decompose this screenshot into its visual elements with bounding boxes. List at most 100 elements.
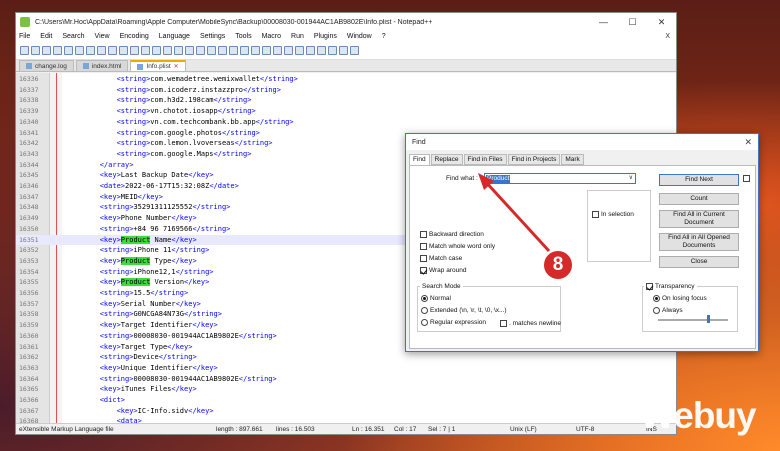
paste-icon[interactable] bbox=[119, 46, 128, 55]
menu-macro[interactable]: Macro bbox=[262, 33, 281, 40]
print-icon[interactable] bbox=[86, 46, 95, 55]
code-line[interactable]: 16336 <string>com.wemadetree.wemixwallet… bbox=[16, 74, 676, 85]
backward-direction-checkbox[interactable]: Backward direction bbox=[420, 231, 484, 238]
menu-encoding[interactable]: Encoding bbox=[120, 33, 149, 40]
transparency-checkbox[interactable]: Transparency bbox=[644, 283, 697, 291]
code-line[interactable]: 16367 <key>IC-Info.sidv</key> bbox=[16, 406, 676, 417]
indent-guide-icon[interactable] bbox=[240, 46, 249, 55]
code-line[interactable]: 16362 <string>Device</string> bbox=[16, 352, 676, 363]
tab-replace[interactable]: Replace bbox=[430, 154, 463, 165]
menu-file[interactable]: File bbox=[19, 33, 30, 40]
word-wrap-icon[interactable] bbox=[218, 46, 227, 55]
code-line[interactable]: 16366 <dict> bbox=[16, 395, 676, 406]
redo-icon[interactable] bbox=[141, 46, 150, 55]
code-line[interactable]: 16339 <string>vn.chotot.iosapp</string> bbox=[16, 106, 676, 117]
match-whole-word-checkbox[interactable]: Match whole word only bbox=[420, 243, 495, 250]
language-icon[interactable] bbox=[251, 46, 260, 55]
open-file-icon[interactable] bbox=[31, 46, 40, 55]
tab-find-in-files[interactable]: Find in Files bbox=[463, 154, 507, 165]
menu-plugins[interactable]: Plugins bbox=[314, 33, 337, 40]
menu-window[interactable]: Window bbox=[347, 33, 372, 40]
minimize-button[interactable]: — bbox=[589, 13, 618, 31]
save-macro-icon[interactable] bbox=[350, 46, 359, 55]
run-macro-multiple-icon[interactable] bbox=[339, 46, 348, 55]
record-macro-icon[interactable] bbox=[306, 46, 315, 55]
xml-tag: <key> bbox=[99, 256, 121, 265]
tab-find-in-projects[interactable]: Find in Projects bbox=[507, 154, 561, 165]
copy-icon[interactable] bbox=[108, 46, 117, 55]
tab-index-html[interactable]: index.html bbox=[75, 60, 129, 71]
doc-map-icon[interactable] bbox=[262, 46, 271, 55]
line-code: <string>+84 96 7169566</string> bbox=[66, 224, 231, 235]
monitoring-icon[interactable] bbox=[295, 46, 304, 55]
in-selection-checkbox[interactable]: In selection bbox=[592, 211, 634, 218]
sync-vertical-icon[interactable] bbox=[196, 46, 205, 55]
zoom-out-icon[interactable] bbox=[185, 46, 194, 55]
menu-edit[interactable]: Edit bbox=[40, 33, 52, 40]
code-line[interactable]: 16338 <string>com.h3d2.198cam</string> bbox=[16, 95, 676, 106]
on-losing-focus-radio[interactable]: On losing focus bbox=[653, 295, 707, 302]
stop-macro-icon[interactable] bbox=[317, 46, 326, 55]
extended-radio[interactable]: Extended (\n, \r, \t, \0, \x...) bbox=[421, 307, 507, 314]
save-all-icon[interactable] bbox=[53, 46, 62, 55]
normal-radio[interactable]: Normal bbox=[421, 295, 451, 302]
show-all-chars-icon[interactable] bbox=[229, 46, 238, 55]
menu-language[interactable]: Language bbox=[159, 33, 190, 40]
play-macro-icon[interactable] bbox=[328, 46, 337, 55]
search-mode-title: Search Mode bbox=[420, 283, 463, 290]
line-code: <string>com.google.Maps</string> bbox=[66, 149, 252, 160]
code-line[interactable]: 16337 <string>com.icoderz.instazzpro</st… bbox=[16, 85, 676, 96]
save-icon[interactable] bbox=[42, 46, 51, 55]
close-all-icon[interactable] bbox=[75, 46, 84, 55]
sync-horizontal-icon[interactable] bbox=[207, 46, 216, 55]
maximize-button[interactable]: ☐ bbox=[618, 13, 647, 31]
close-document-button[interactable]: X bbox=[665, 33, 670, 40]
checkbox-icon bbox=[592, 211, 599, 218]
find-all-opened-documents-button[interactable]: Find All in All Opened Documents bbox=[659, 233, 739, 251]
close-file-icon[interactable] bbox=[64, 46, 73, 55]
find-dialog-close-icon[interactable]: ✕ bbox=[744, 137, 752, 148]
status-selection: Sel : 7 | 1 bbox=[428, 426, 456, 433]
code-line[interactable]: 16364 <string>00008030-001944AC1AB9802E<… bbox=[16, 374, 676, 385]
cut-icon[interactable] bbox=[97, 46, 106, 55]
code-line[interactable]: 16340 <string>vn.com.techcombank.bb.app<… bbox=[16, 117, 676, 128]
menu-view[interactable]: View bbox=[95, 33, 110, 40]
new-file-icon[interactable] bbox=[20, 46, 29, 55]
always-radio[interactable]: Always bbox=[653, 307, 683, 314]
close-button[interactable]: ✕ bbox=[647, 13, 676, 31]
find-next-option-checkbox[interactable] bbox=[743, 175, 752, 182]
close-dialog-button[interactable]: Close bbox=[659, 256, 739, 268]
code-line[interactable]: 16363 <key>Unique Identifier</key> bbox=[16, 363, 676, 374]
find-all-current-document-button[interactable]: Find All in Current Document bbox=[659, 210, 739, 228]
undo-icon[interactable] bbox=[130, 46, 139, 55]
code-line[interactable]: 16365 <key>iTunes Files</key> bbox=[16, 384, 676, 395]
line-number: 16363 bbox=[19, 363, 39, 372]
title-bar: C:\Users\Mr.Hoc\AppData\Roaming\Apple Co… bbox=[16, 13, 676, 31]
matches-newline-checkbox[interactable]: . matches newline bbox=[500, 320, 561, 327]
zoom-in-icon[interactable] bbox=[174, 46, 183, 55]
menu-run[interactable]: Run bbox=[291, 33, 304, 40]
find-icon[interactable] bbox=[152, 46, 161, 55]
replace-icon[interactable] bbox=[163, 46, 172, 55]
chevron-down-icon[interactable]: ∨ bbox=[629, 174, 633, 181]
transparency-slider[interactable] bbox=[658, 319, 728, 321]
tab-mark[interactable]: Mark bbox=[561, 154, 584, 165]
transparency-slider-thumb[interactable] bbox=[707, 315, 710, 323]
menu-tools[interactable]: Tools bbox=[235, 33, 251, 40]
menu-search[interactable]: Search bbox=[62, 33, 84, 40]
regex-radio[interactable]: Regular expression bbox=[421, 319, 486, 326]
count-button[interactable]: Count bbox=[659, 193, 739, 205]
wrap-around-checkbox[interactable]: Wrap around bbox=[420, 267, 466, 274]
code-line[interactable]: 16368 <data> bbox=[16, 416, 676, 423]
find-what-input[interactable]: Product ∨ bbox=[484, 173, 636, 184]
function-list-icon[interactable] bbox=[273, 46, 282, 55]
menu-settings[interactable]: Settings bbox=[200, 33, 225, 40]
tab-info-plist[interactable]: Info.plist ✕ bbox=[130, 60, 186, 71]
menu-help[interactable]: ? bbox=[382, 33, 386, 40]
folder-workspace-icon[interactable] bbox=[284, 46, 293, 55]
match-case-checkbox[interactable]: Match case bbox=[420, 255, 462, 262]
tab-close-icon[interactable]: ✕ bbox=[174, 63, 179, 70]
tab-change-log[interactable]: change.log bbox=[19, 60, 74, 71]
find-next-button[interactable]: Find Next bbox=[659, 174, 739, 186]
